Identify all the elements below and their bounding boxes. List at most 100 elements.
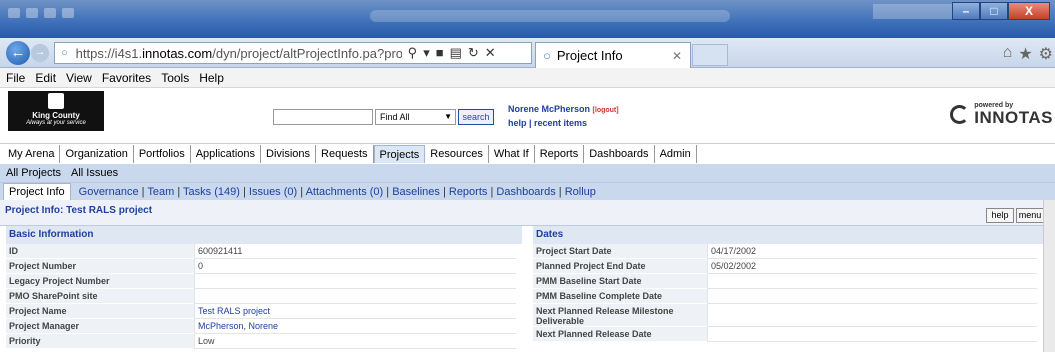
field-label: Planned Project End Date: [533, 259, 707, 274]
detail-row: Next Planned Release Date: [533, 327, 1043, 342]
field-value: [707, 274, 1037, 289]
browser-right-tools: ⌂ ★ ⚙: [1003, 44, 1053, 64]
menu-item-favorites[interactable]: Favorites: [102, 71, 151, 85]
tab-portfolios[interactable]: Portfolios: [134, 145, 191, 163]
tab-separator: |: [239, 185, 249, 198]
field-value: 04/17/2002: [707, 244, 1037, 259]
project-tab-issues-0[interactable]: Issues (0): [249, 186, 297, 198]
tab-reports[interactable]: Reports: [535, 145, 585, 163]
user-block: Norene McPherson [logout] help | recent …: [508, 103, 619, 129]
basic-info-section: Basic Information ID 600921411 Project Num…: [6, 226, 522, 349]
field-value: [707, 304, 1037, 327]
tab-projects[interactable]: Projects: [373, 145, 426, 163]
new-tab-button[interactable]: [692, 44, 728, 66]
project-tab-baselines[interactable]: Baselines: [392, 186, 440, 198]
detail-row: Project Manager McPherson, Norene: [6, 319, 522, 334]
project-tabs: Project Info Governance | Team | Tasks (…: [0, 182, 1055, 200]
project-tab-tasks-149[interactable]: Tasks (149): [183, 186, 240, 198]
menu-item-tools[interactable]: Tools: [161, 71, 189, 85]
tab-admin[interactable]: Admin: [655, 145, 697, 163]
search-icon[interactable]: ⚲: [408, 45, 418, 61]
menu-item-file[interactable]: File: [6, 71, 25, 85]
field-label: Project Start Date: [533, 244, 707, 259]
subtab-all-projects[interactable]: All Projects: [6, 167, 61, 179]
project-tab-links: Governance | Team | Tasks (149) | Issues…: [79, 186, 596, 198]
field-label: Next Planned Release Milestone Deliverab…: [533, 304, 707, 327]
search-input[interactable]: [273, 109, 373, 125]
forward-button[interactable]: →: [31, 44, 49, 62]
mcafee-badge[interactable]: [873, 4, 955, 19]
tab-project-info[interactable]: ○ Project Info ✕: [535, 42, 691, 68]
subtab-all-issues[interactable]: All Issues: [71, 167, 118, 179]
gear-icon[interactable]: ⚙: [1039, 44, 1053, 64]
logo-tagline: Always at your service: [26, 120, 86, 126]
powered-by-innotas: powered by INNOTAS: [950, 102, 1053, 126]
detail-row: Next Planned Release Milestone Deliverab…: [533, 304, 1043, 327]
detail-row: Project Name Test RALS project: [6, 304, 522, 319]
field-value: [707, 289, 1037, 304]
search-button[interactable]: search: [458, 109, 494, 125]
tab-divisions[interactable]: Divisions: [261, 145, 317, 163]
site-favicon-icon: ○: [61, 47, 68, 59]
king-county-logo[interactable]: King County Always at your service: [8, 91, 104, 131]
project-tab-reports[interactable]: Reports: [449, 186, 488, 198]
project-tab-dashboards[interactable]: Dashboards: [496, 186, 555, 198]
project-tab-rollup[interactable]: Rollup: [565, 186, 596, 198]
tab-requests[interactable]: Requests: [316, 145, 374, 163]
field-value: 600921411: [194, 244, 516, 259]
home-icon[interactable]: ⌂: [1003, 44, 1013, 64]
project-tab-attachments-0[interactable]: Attachments (0): [306, 186, 384, 198]
sub-tabs: All Projects All Issues: [0, 164, 1055, 182]
url-text[interactable]: https://i4s1.innotas.com/dyn/project/alt…: [76, 46, 402, 61]
detail-row: PMM Baseline Start Date: [533, 274, 1043, 289]
field-label: Legacy Project Number: [6, 274, 194, 289]
back-button[interactable]: ←: [6, 41, 30, 65]
field-label: ID: [6, 244, 194, 259]
tab-dashboards[interactable]: Dashboards: [584, 145, 655, 163]
logo-icon: [48, 93, 64, 109]
project-tab-governance[interactable]: Governance: [79, 186, 139, 198]
detail-row: Project Number 0: [6, 259, 522, 274]
browser-nav-bar: ← → ○ https://i4s1.innotas.com/dyn/proje…: [0, 38, 1055, 68]
close-button[interactable]: X: [1008, 2, 1050, 20]
menu-item-edit[interactable]: Edit: [35, 71, 56, 85]
stop-icon[interactable]: ✕: [485, 45, 496, 61]
address-bar[interactable]: ○ https://i4s1.innotas.com/dyn/project/a…: [54, 42, 532, 64]
help-recent-links[interactable]: help | recent items: [508, 117, 619, 129]
maximize-button[interactable]: □: [980, 2, 1008, 20]
field-label: Project Name: [6, 304, 194, 319]
minimize-button[interactable]: –: [952, 2, 980, 20]
vertical-scrollbar[interactable]: [1043, 200, 1055, 352]
app-header: King County Always at your service Find …: [0, 89, 1055, 133]
dates-heading: Dates: [533, 226, 1043, 244]
menu-item-view[interactable]: View: [66, 71, 92, 85]
tab-resources[interactable]: Resources: [425, 145, 489, 163]
tab-my-arena[interactable]: My Arena: [3, 145, 61, 163]
favorites-star-icon[interactable]: ★: [1018, 44, 1032, 64]
detail-row: Project Start Date 04/17/2002: [533, 244, 1043, 259]
logout-link[interactable]: [logout]: [593, 107, 619, 114]
tab-project-info-page[interactable]: Project Info: [3, 183, 71, 200]
help-button[interactable]: help: [986, 208, 1014, 223]
menu-item-help[interactable]: Help: [199, 71, 224, 85]
detail-row: Legacy Project Number: [6, 274, 522, 289]
field-value[interactable]: McPherson, Norene: [194, 319, 516, 334]
dropdown-icon[interactable]: ▾: [423, 45, 430, 61]
field-label: Next Planned Release Date: [533, 327, 707, 342]
field-label: PMM Baseline Start Date: [533, 274, 707, 289]
tab-what-if[interactable]: What If: [489, 145, 535, 163]
find-scope-select[interactable]: Find All ▼: [375, 109, 456, 125]
menu-button[interactable]: menu: [1016, 208, 1044, 223]
refresh-icon[interactable]: ↻: [468, 45, 479, 61]
tab-organization[interactable]: Organization: [60, 145, 134, 163]
compat-icon[interactable]: ▤: [450, 45, 462, 61]
detail-row: PMO SharePoint site: [6, 289, 522, 304]
project-tab-team[interactable]: Team: [147, 186, 174, 198]
field-label: Priority: [6, 334, 194, 349]
field-value[interactable]: Test RALS project: [194, 304, 516, 319]
close-tab-icon[interactable]: ✕: [672, 49, 682, 63]
dates-section: Dates Project Start Date 04/17/2002 Planne…: [533, 226, 1043, 342]
tab-separator: |: [383, 185, 393, 198]
tab-applications[interactable]: Applications: [191, 145, 262, 163]
lock-icon[interactable]: ■: [436, 45, 444, 61]
